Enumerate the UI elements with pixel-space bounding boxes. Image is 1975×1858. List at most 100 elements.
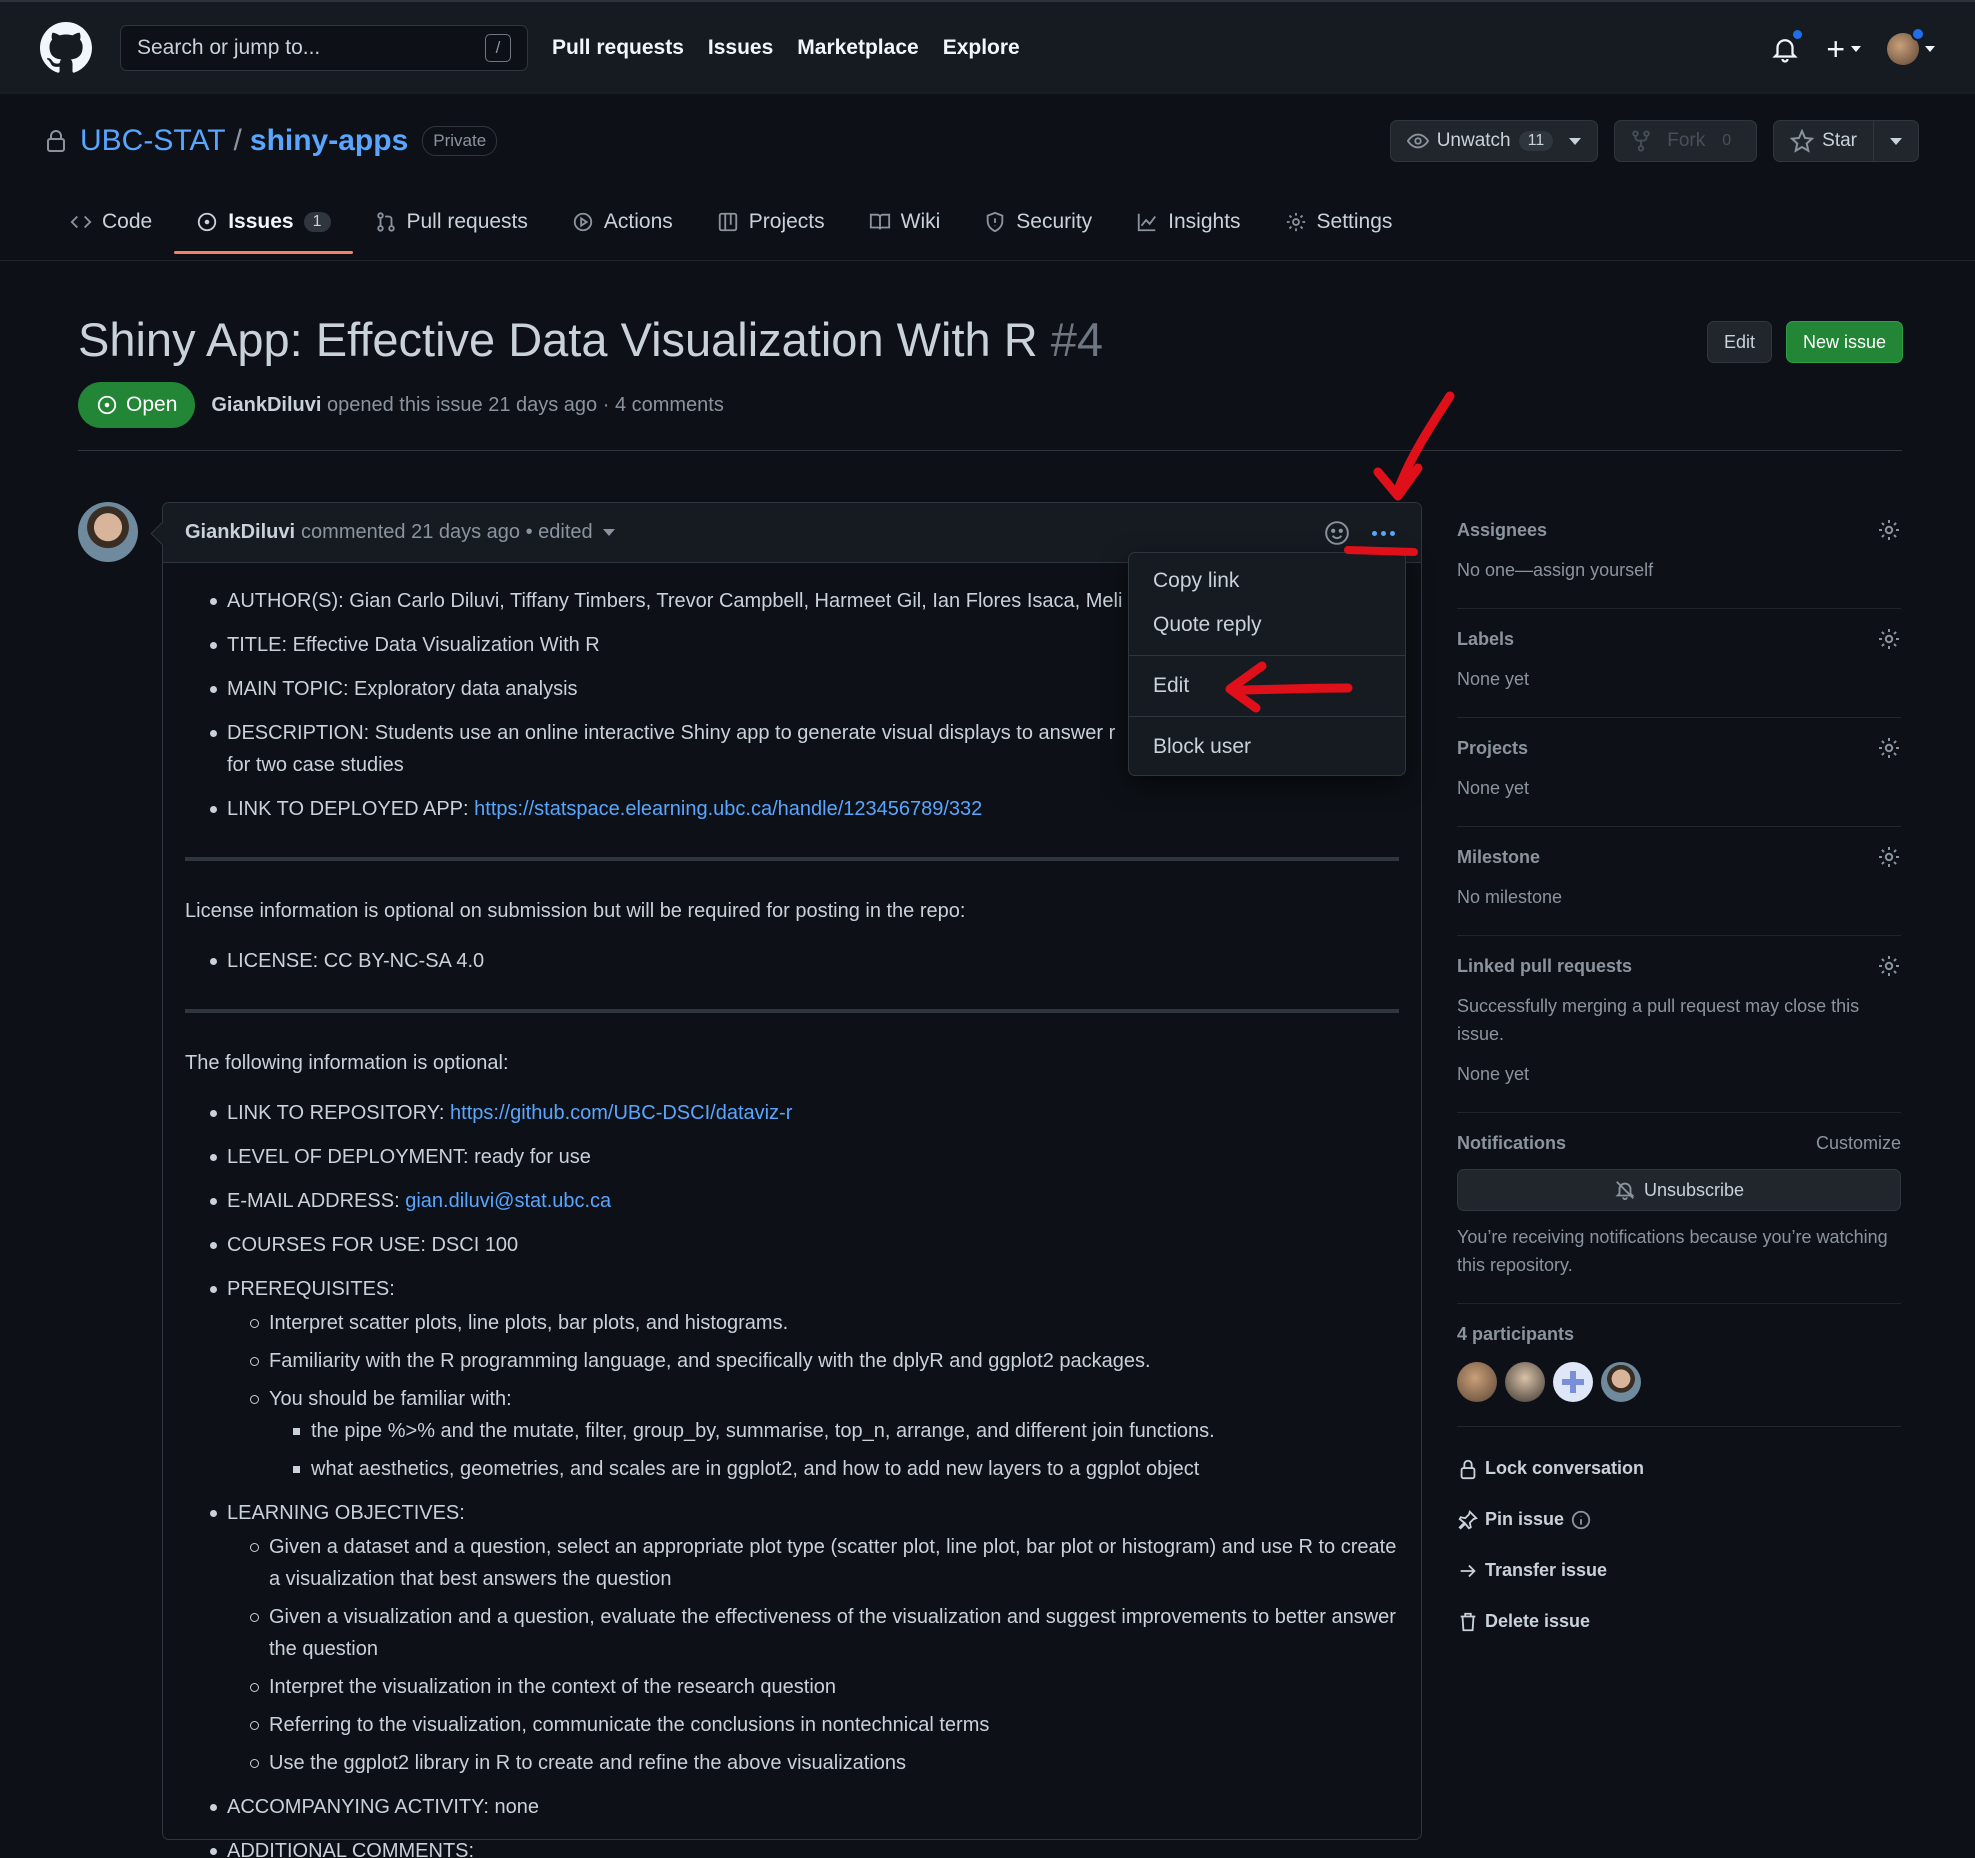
pin-issue-button[interactable]: Pin issue xyxy=(1457,1494,1901,1545)
trash-icon xyxy=(1460,1612,1476,1631)
list-item: ADDITIONAL COMMENTS: xyxy=(185,1835,1399,1858)
tab-label: Insights xyxy=(1168,210,1241,233)
divider xyxy=(0,260,1975,261)
issue-open-icon xyxy=(198,212,217,232)
list-item: the pipe %>% and the mutate, filter, gro… xyxy=(269,1415,1399,1447)
star-list-dropdown[interactable] xyxy=(1873,121,1918,161)
create-new-menu[interactable]: + xyxy=(1826,33,1861,65)
nav-pull-requests[interactable]: Pull requests xyxy=(552,36,684,60)
github-logo-icon[interactable] xyxy=(40,22,92,74)
list-item-label: E-MAIL ADDRESS: xyxy=(227,1190,406,1212)
search-input[interactable]: Search or jump to... / xyxy=(120,25,528,71)
nav-issues[interactable]: Issues xyxy=(708,36,773,60)
assignees-section: Assignees No one—assign yourself xyxy=(1457,516,1901,609)
section-description: Successfully merging a pull request may … xyxy=(1457,996,1860,1044)
avatar[interactable] xyxy=(1505,1362,1545,1402)
tab-settings[interactable]: Settings xyxy=(1263,196,1415,254)
repo-owner-link[interactable]: UBC-STAT xyxy=(80,124,226,158)
tab-code[interactable]: Code xyxy=(48,196,174,254)
gear-icon[interactable] xyxy=(1877,954,1901,978)
unsubscribe-button[interactable]: Unsubscribe xyxy=(1457,1169,1901,1211)
tab-security[interactable]: Security xyxy=(962,196,1114,254)
list-item: LINK TO DEPLOYED APP: https://statspace.… xyxy=(185,793,1399,825)
tab-projects[interactable]: Projects xyxy=(695,196,847,254)
gear-icon[interactable] xyxy=(1877,736,1901,760)
nav-marketplace[interactable]: Marketplace xyxy=(797,36,918,60)
star-button[interactable]: Star xyxy=(1774,121,1873,161)
menu-item-block-user[interactable]: Block user xyxy=(1129,725,1405,769)
tab-actions[interactable]: Actions xyxy=(550,196,695,254)
menu-item-copy-link[interactable]: Copy link xyxy=(1129,559,1405,603)
divider xyxy=(185,1009,1399,1013)
menu-item-edit[interactable]: Edit xyxy=(1129,664,1405,708)
chevron-down-icon[interactable] xyxy=(602,529,615,536)
tab-issues[interactable]: Issues 1 xyxy=(174,196,353,254)
assign-yourself-link[interactable]: No one—assign yourself xyxy=(1457,556,1901,584)
action-label: Lock conversation xyxy=(1485,1458,1645,1478)
section-title: Linked pull requests xyxy=(1457,955,1633,976)
arrow-right-icon xyxy=(1460,1564,1476,1577)
issue-number: #4 xyxy=(1050,313,1103,366)
user-menu[interactable] xyxy=(1887,27,1935,65)
gear-icon[interactable] xyxy=(1877,845,1901,869)
avatar xyxy=(1887,27,1925,65)
deployed-app-link[interactable]: https://statspace.elearning.ubc.ca/handl… xyxy=(474,798,982,820)
list-item: LINK TO REPOSITORY: https://github.com/U… xyxy=(185,1097,1399,1129)
gear-icon[interactable] xyxy=(1877,627,1901,651)
gear-icon[interactable] xyxy=(1877,518,1901,542)
issue-author-link[interactable]: GiankDiluvi xyxy=(211,394,321,416)
lock-conversation-button[interactable]: Lock conversation xyxy=(1457,1443,1901,1494)
menu-item-quote-reply[interactable]: Quote reply xyxy=(1129,603,1405,647)
edit-title-button[interactable]: Edit xyxy=(1706,321,1772,363)
delete-issue-button[interactable]: Delete issue xyxy=(1457,1596,1901,1647)
watch-button[interactable]: Unwatch 11 xyxy=(1389,120,1599,162)
list-item-label: LINK TO DEPLOYED APP: xyxy=(227,798,475,820)
smiley-icon[interactable] xyxy=(1324,520,1350,546)
sub-list: the pipe %>% and the mutate, filter, gro… xyxy=(269,1415,1399,1485)
list-item: Use the ggplot2 library in R to create a… xyxy=(227,1747,1399,1779)
chevron-down-icon xyxy=(1569,137,1582,145)
list-item: LICENSE: CC BY-NC-SA 4.0 xyxy=(185,945,1399,977)
customize-link[interactable]: Customize xyxy=(1816,1133,1901,1154)
comment-options-menu: Copy link Quote reply Edit Block user xyxy=(1128,552,1406,776)
new-issue-button[interactable]: New issue xyxy=(1785,321,1903,363)
avatar[interactable] xyxy=(1553,1362,1593,1402)
tab-label: Actions xyxy=(603,210,673,233)
repository-link[interactable]: https://github.com/UBC-DSCI/dataviz-r xyxy=(450,1102,792,1124)
nav-explore[interactable]: Explore xyxy=(943,36,1020,60)
repo-name-link[interactable]: shiny-apps xyxy=(250,124,408,158)
tab-label: Wiki xyxy=(900,210,941,233)
comment-author-link[interactable]: GiankDiluvi xyxy=(185,521,295,544)
issue-header-actions: Edit New issue xyxy=(1706,321,1903,363)
header-actions: + xyxy=(1770,2,1935,96)
transfer-issue-button[interactable]: Transfer issue xyxy=(1457,1545,1901,1596)
repo-actions: Unwatch 11 Fork 0 Star xyxy=(1389,120,1919,162)
tab-pull-requests[interactable]: Pull requests xyxy=(353,196,550,254)
kebab-icon[interactable] xyxy=(1372,530,1395,536)
list: LICENSE: CC BY-NC-SA 4.0 xyxy=(185,945,1399,977)
fork-button[interactable]: Fork 0 xyxy=(1614,120,1758,162)
issue-sidebar: Assignees No one—assign yourself Labels … xyxy=(1457,510,1901,1647)
issue-actions: Lock conversation Pin issue Transfer iss… xyxy=(1457,1443,1901,1647)
avatar[interactable] xyxy=(78,502,138,562)
fork-icon xyxy=(1632,130,1650,152)
avatar[interactable] xyxy=(1601,1362,1641,1402)
star-icon xyxy=(1790,129,1815,153)
notifications-button[interactable] xyxy=(1770,28,1805,64)
avatar[interactable] xyxy=(1457,1362,1497,1402)
visibility-badge: Private xyxy=(422,126,498,156)
repo-tabs: Code Issues 1 Pull requests Actions Proj… xyxy=(48,196,1414,254)
tab-insights[interactable]: Insights xyxy=(1114,196,1262,254)
status-label: Open xyxy=(126,393,178,416)
status-badge: Open xyxy=(78,382,196,428)
comment-meta[interactable]: commented 21 days ago • edited xyxy=(301,521,593,544)
fork-label: Fork xyxy=(1667,130,1706,151)
code-icon xyxy=(70,215,92,229)
email-link[interactable]: gian.diluvi@stat.ubc.ca xyxy=(405,1190,611,1212)
pull-request-icon xyxy=(376,212,395,232)
tab-label: Pull requests xyxy=(406,210,528,233)
fork-count: 0 xyxy=(1713,131,1741,151)
tab-wiki[interactable]: Wiki xyxy=(847,196,963,254)
watch-label: Unwatch xyxy=(1436,130,1511,151)
paragraph: License information is optional on submi… xyxy=(185,900,966,922)
